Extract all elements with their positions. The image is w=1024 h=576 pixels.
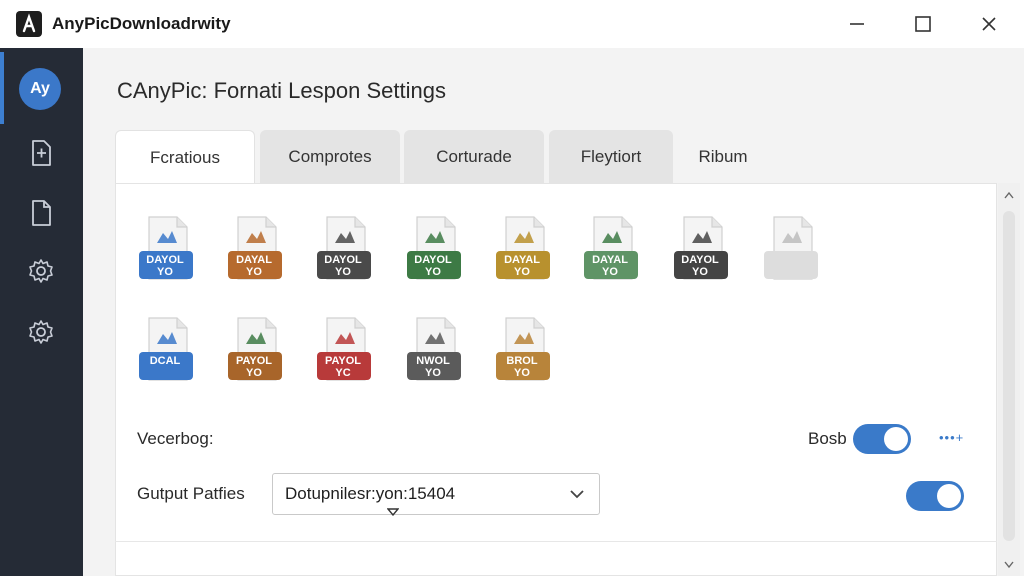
format-option[interactable]: DAYOL YO	[315, 215, 375, 285]
format-option[interactable]: PAYOL YO	[226, 316, 286, 386]
format-option[interactable]	[762, 215, 822, 285]
format-sublabel: YO	[335, 266, 351, 278]
main-content: CAnyPic: Fornati Lespon Settings Fcratio…	[83, 48, 1024, 576]
scroll-up-icon	[1004, 191, 1014, 199]
verbose-label: Vecerbog:	[137, 429, 214, 448]
format-label: DAYAL YO	[580, 251, 640, 281]
scroll-thumb[interactable]	[1003, 211, 1015, 541]
format-sublabel: YO	[246, 266, 262, 278]
section-divider	[115, 541, 997, 542]
verbose-toggle[interactable]	[853, 424, 911, 454]
format-label: DAYOL YO	[135, 251, 195, 281]
format-label: DAYOL YO	[313, 251, 373, 281]
tab-composites[interactable]: Comprotes	[260, 130, 400, 184]
format-sublabel: YO	[514, 266, 530, 278]
format-sublabel: YO	[246, 367, 262, 379]
format-sublabel: YO	[602, 266, 618, 278]
format-sublabel: YO	[425, 367, 441, 379]
format-option[interactable]: BROL YO	[494, 316, 554, 386]
maximize-icon	[915, 16, 931, 32]
format-sublabel: YO	[157, 266, 173, 278]
output-path-label: Gutput Patfies	[137, 484, 245, 503]
sidebar-item-new[interactable]	[26, 138, 56, 168]
page-title: CAnyPic: Fornati Lespon Settings	[117, 78, 446, 103]
verbose-toggle-label: Bosb	[808, 429, 847, 448]
minimize-button[interactable]	[834, 8, 880, 40]
chevron-down-icon	[570, 490, 584, 499]
tab-capture[interactable]: Corturade	[404, 130, 544, 184]
toggle-knob	[884, 427, 908, 451]
format-label: NWOL YO	[403, 352, 463, 382]
output-path-value: Dotupnilesr:yon:15404	[285, 484, 456, 503]
sidebar: Ay	[0, 48, 83, 576]
format-sublabel: YO	[425, 266, 441, 278]
format-option[interactable]: DAYOL YO	[137, 215, 197, 285]
maximize-button[interactable]	[900, 8, 946, 40]
format-option[interactable]: DAYOL YO	[672, 215, 732, 285]
sidebar-active-indicator	[0, 52, 4, 124]
file-icon	[32, 200, 51, 226]
format-option[interactable]: DAYAL YO	[582, 215, 642, 285]
format-label: PAYOL YO	[224, 352, 284, 382]
tab-filter[interactable]: Fleytiort	[549, 130, 673, 184]
format-label: DAYOL YO	[403, 251, 463, 281]
format-label: DAYAL YO	[224, 251, 284, 281]
caret-down-icon	[387, 508, 399, 516]
output-toggle[interactable]	[906, 481, 964, 511]
tab-album[interactable]: Ribum	[673, 130, 773, 184]
format-option[interactable]: DCAL	[137, 316, 197, 386]
minimize-icon	[850, 23, 864, 25]
format-label: DCAL	[149, 355, 181, 367]
title-bar: AnyPicDownloadrwity	[0, 0, 1024, 48]
scroll-down-icon	[1004, 561, 1014, 569]
sidebar-item-settings[interactable]	[26, 256, 56, 286]
scrollbar[interactable]	[998, 183, 1020, 576]
format-option[interactable]: DAYAL YO	[226, 215, 286, 285]
close-button[interactable]	[966, 8, 1012, 40]
format-label: PAYOL YC	[313, 352, 373, 382]
format-option[interactable]: NWOL YO	[405, 316, 465, 386]
more-options-button[interactable]: •••+	[939, 430, 964, 445]
format-label: BROL YO	[492, 352, 552, 382]
format-option[interactable]: DAYAL YO	[494, 215, 554, 285]
format-label: DAYAL YO	[492, 251, 552, 281]
gear-icon	[29, 320, 53, 344]
format-label	[760, 251, 820, 281]
format-sublabel: YO	[692, 266, 708, 278]
format-option[interactable]: PAYOL YC	[315, 316, 375, 386]
tab-formats[interactable]: Fcratious	[115, 130, 255, 184]
avatar[interactable]: Ay	[19, 68, 61, 110]
format-label: DAYOL YO	[670, 251, 730, 281]
sidebar-item-preferences[interactable]	[26, 317, 56, 347]
app-logo-icon	[16, 11, 42, 37]
close-icon	[982, 17, 996, 31]
toggle-knob	[937, 484, 961, 508]
format-sublabel: YO	[514, 367, 530, 379]
app-title: AnyPicDownloadrwity	[52, 14, 231, 33]
output-path-select[interactable]: Dotupnilesr:yon:15404	[272, 473, 600, 516]
gear-icon	[29, 259, 53, 283]
add-file-icon	[32, 140, 51, 166]
sidebar-item-files[interactable]	[26, 198, 56, 228]
format-sublabel: YC	[335, 367, 351, 379]
format-option[interactable]: DAYOL YO	[405, 215, 465, 285]
